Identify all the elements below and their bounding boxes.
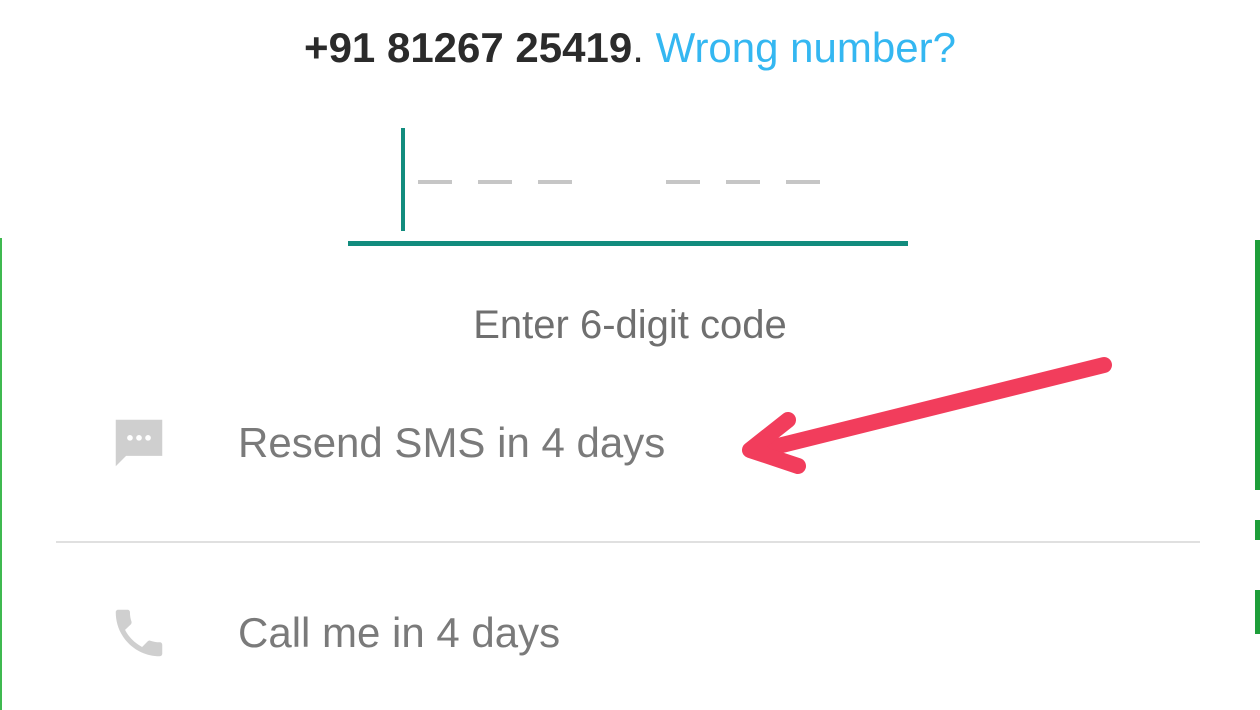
resend-sms-label: Resend SMS in 4 days xyxy=(238,419,666,466)
edge-mark-right xyxy=(1255,520,1260,540)
phone-number: +91 81267 25419 xyxy=(304,24,633,71)
phone-number-line: +91 81267 25419. Wrong number? xyxy=(0,20,1260,76)
code-input[interactable] xyxy=(348,128,908,248)
verification-screen: +91 81267 25419. Wrong number? Enter 6-d… xyxy=(0,0,1260,710)
code-input-underline xyxy=(348,241,908,246)
call-me-label: Call me in 4 days xyxy=(238,609,561,656)
sms-icon xyxy=(115,419,163,467)
options-divider xyxy=(56,541,1200,543)
wrong-number-link[interactable]: Wrong number? xyxy=(656,24,956,71)
text-cursor xyxy=(401,128,405,231)
code-slot-3 xyxy=(538,180,572,184)
code-hint: Enter 6-digit code xyxy=(473,303,787,347)
code-slot-4 xyxy=(666,180,700,184)
call-me-option[interactable]: Call me in 4 days xyxy=(0,592,1260,672)
sentence-period: . xyxy=(632,24,644,71)
phone-icon xyxy=(115,609,163,657)
resend-sms-option[interactable]: Resend SMS in 4 days xyxy=(0,402,1260,482)
code-slot-2 xyxy=(478,180,512,184)
code-slot-5 xyxy=(726,180,760,184)
code-slot-6 xyxy=(786,180,820,184)
code-slot-1 xyxy=(418,180,452,184)
